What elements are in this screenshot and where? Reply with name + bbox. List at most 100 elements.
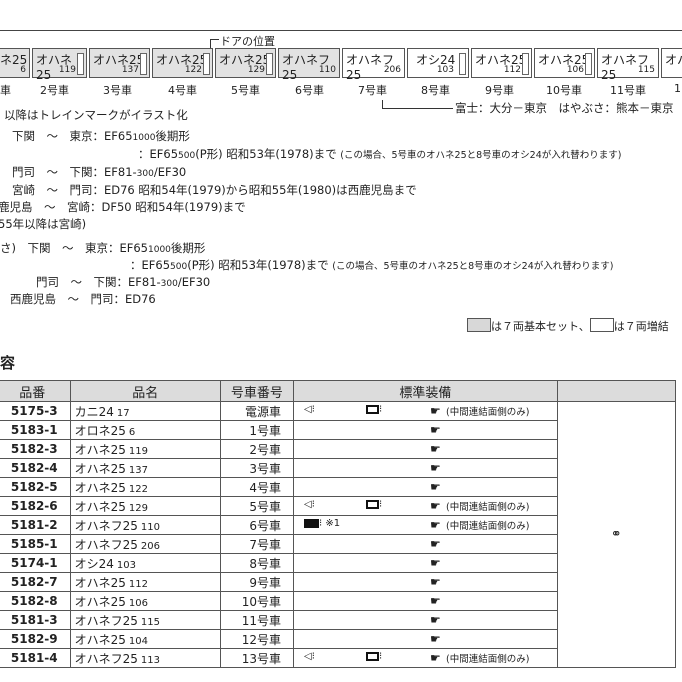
fuji-leader xyxy=(382,100,453,109)
car-num: 106 xyxy=(566,65,584,75)
row-code: 5182-8 xyxy=(0,591,71,611)
table-row: 5175-3 カニ24 17 電源車 ◁⁝ ⁝ ☛ (中間連結面側のみ) ⚭ xyxy=(0,401,677,668)
car-number: 車 xyxy=(0,84,11,97)
name-text: オロネ25 xyxy=(74,423,126,438)
row-name: オハネ25 119 xyxy=(69,439,221,459)
row-name: オハネ25 112 xyxy=(69,572,221,592)
row-equipment: ☛ xyxy=(293,553,558,573)
tail-light-icon: ◁⁝ xyxy=(304,651,315,662)
top-rule xyxy=(0,30,682,31)
door-mark xyxy=(203,53,210,75)
legend-base-label: は７両基本セット、 xyxy=(491,320,590,333)
row-code: 5181-4 xyxy=(0,648,71,668)
car-number: 3号車 xyxy=(103,84,132,97)
car-7: オハネフ25 206 xyxy=(342,48,405,82)
row-name: オハネフ25 113 xyxy=(69,648,221,668)
headlight-icon: ⁝ xyxy=(366,499,382,510)
car-num: 119 xyxy=(58,65,76,75)
note-small: 1000 xyxy=(148,245,171,255)
row-car: 9号車 xyxy=(219,572,295,592)
row-name: オハネフ25 206 xyxy=(69,534,221,554)
coupler-hand-icon: ☛ xyxy=(430,575,441,589)
row-car: 8号車 xyxy=(219,553,295,573)
headlight-icon: ⁝ xyxy=(366,404,382,415)
name-num: 17 xyxy=(116,407,130,419)
car-5: オハネ25 129 xyxy=(215,48,276,78)
row-name: オハネ25 129 xyxy=(69,496,221,516)
car-num: 6 xyxy=(20,65,26,75)
row-name: オロネ25 6 xyxy=(69,420,221,440)
row-note: (中間連結面側のみ) xyxy=(446,521,530,532)
row-name: カニ24 17 xyxy=(69,401,221,421)
legend-add-swatch xyxy=(589,318,614,332)
note-line: 鹿児島 ～ 宮崎：DF50 昭和54年(1979)まで xyxy=(0,200,246,214)
row-equipment: ☛ xyxy=(293,439,558,459)
row-car: 3号車 xyxy=(219,458,295,478)
note-line: ：EF65500(P形) 昭和53年(1978)まで (この場合、5号車のオハネ… xyxy=(130,257,613,273)
car-2: オハネ25 119 xyxy=(32,48,87,82)
note-small: 500 xyxy=(178,151,196,161)
name-num: 112 xyxy=(128,578,148,590)
row-car: 1号車 xyxy=(219,420,295,440)
row-note: (中間連結面側のみ) xyxy=(446,654,530,665)
row-code: 5182-9 xyxy=(0,629,71,649)
row-car: 11号車 xyxy=(219,610,295,630)
tail-light-icon: ◁⁝ xyxy=(304,499,315,510)
row-code: 5175-3 xyxy=(0,401,71,421)
legend-base-swatch xyxy=(467,318,491,332)
car-number: 4号車 xyxy=(168,84,197,97)
car-num: 206 xyxy=(383,65,401,75)
note-small: (この場合、5号車のオハネ25と8号車のオシ24が入れ替わります) xyxy=(340,150,622,161)
legend-add-label: は７両増結 xyxy=(613,320,669,333)
row-name: オシ24 103 xyxy=(69,553,221,573)
car-8: オシ24 103 xyxy=(407,48,469,78)
col-code: 品番 xyxy=(0,380,71,402)
coupler-hand-icon: ☛ xyxy=(430,594,441,608)
legend: は７両基本セット、 は７両増結 xyxy=(467,318,669,334)
row-name: オハネ25 106 xyxy=(69,591,221,611)
note-line: 宮崎 ～ 門司：ED76 昭和54年(1979)から昭和55年(1980)は西鹿… xyxy=(12,183,417,197)
car-1: ネ25 6 xyxy=(0,48,30,78)
name-num: 113 xyxy=(140,654,160,666)
row-code: 5185-1 xyxy=(0,534,71,554)
name-num: 104 xyxy=(128,635,148,647)
note-small: (この場合、5号車のオハネ25と8号車のオシ24が入れ替わります) xyxy=(332,261,614,272)
asterisk-note: ※1 xyxy=(325,518,341,529)
row-code: 5182-5 xyxy=(0,477,71,497)
row-equipment: ☛ xyxy=(293,610,558,630)
row-car: 5号車 xyxy=(219,496,295,516)
car-6: オハネフ25 110 xyxy=(278,48,340,82)
row-code: 5181-2 xyxy=(0,515,71,535)
row-code: 5182-7 xyxy=(0,572,71,592)
name-text: オハネ25 xyxy=(74,632,126,647)
row-code: 5182-6 xyxy=(0,496,71,516)
car-number: 1 xyxy=(674,82,681,95)
row-equipment: ⁝ ※1 ☛ (中間連結面側のみ) xyxy=(293,515,558,535)
coupler-hand-icon: ☛ xyxy=(430,442,441,456)
door-mark xyxy=(266,53,273,75)
car-number: 8号車 xyxy=(421,84,450,97)
coupler-hand-icon: ☛ xyxy=(430,613,441,627)
door-label: ドアの位置 xyxy=(220,35,275,48)
name-text: カニ24 xyxy=(74,404,114,419)
row-name: オハネ25 104 xyxy=(69,629,221,649)
row-code: 5181-3 xyxy=(0,610,71,630)
note-text: 後期形 xyxy=(155,129,190,143)
row-equipment: ☛ xyxy=(293,591,558,611)
coupler-hand-icon: ☛ xyxy=(430,480,441,494)
car-number: 10号車 xyxy=(546,84,582,97)
car-num: 112 xyxy=(503,65,521,75)
name-num: 6 xyxy=(128,426,136,438)
car-10: オハネ25 106 xyxy=(534,48,595,78)
note-text: 門司 ～ 下関：EF81- xyxy=(36,275,161,289)
door-mark xyxy=(459,53,466,75)
coupler-hand-icon: ☛ xyxy=(430,404,441,418)
note-small: 500 xyxy=(170,262,188,272)
row-code: 5182-3 xyxy=(0,439,71,459)
note-text: さ) 下関 ～ 東京：EF65 xyxy=(0,241,148,255)
row-equipment: ◁⁝ ⁝ ☛ (中間連結面側のみ) xyxy=(293,401,558,421)
coupler-hand-icon: ☛ xyxy=(430,461,441,475)
row-car: 7号車 xyxy=(219,534,295,554)
col-extra xyxy=(556,380,677,402)
name-num: 110 xyxy=(140,521,160,533)
